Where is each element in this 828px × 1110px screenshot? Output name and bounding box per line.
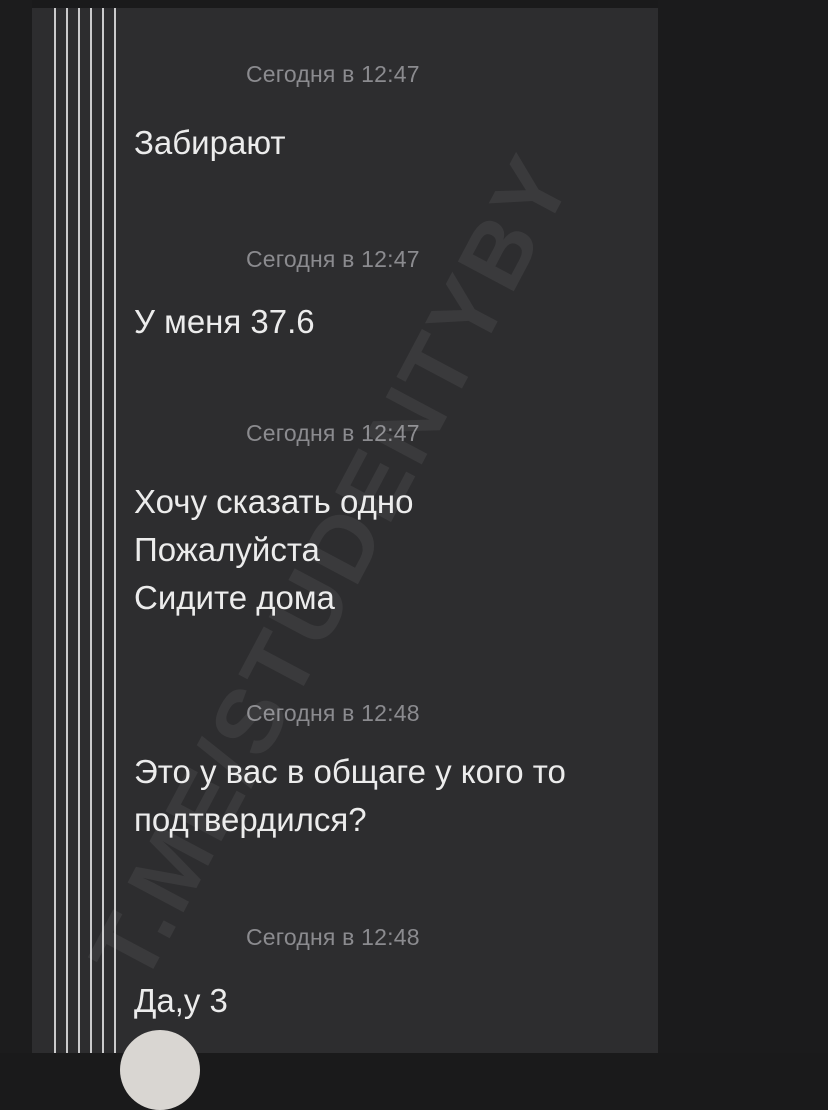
left-frame xyxy=(0,0,32,1053)
message-timestamp: Сегодня в 12:48 xyxy=(246,924,420,950)
message-text: Это у вас в общаге у кого то подтвердилс… xyxy=(134,753,566,838)
message-timestamp: Сегодня в 12:47 xyxy=(246,61,420,87)
chat-panel: Сегодня в 12:47 Забирают Сегодня в 12:47… xyxy=(32,8,658,1053)
message-timestamp: Сегодня в 12:47 xyxy=(246,420,420,446)
message-text: У меня 37.6 xyxy=(134,303,315,340)
message-timestamp: Сегодня в 12:47 xyxy=(246,246,420,272)
message-text: Забирают xyxy=(134,124,286,161)
message-text: Да,у 3 xyxy=(134,982,228,1019)
avatar xyxy=(120,1030,200,1110)
message-timestamp: Сегодня в 12:48 xyxy=(246,700,420,726)
message-text: Хочу сказать одно Пожалуйста Сидите дома xyxy=(134,483,414,616)
right-frame xyxy=(658,0,828,1053)
